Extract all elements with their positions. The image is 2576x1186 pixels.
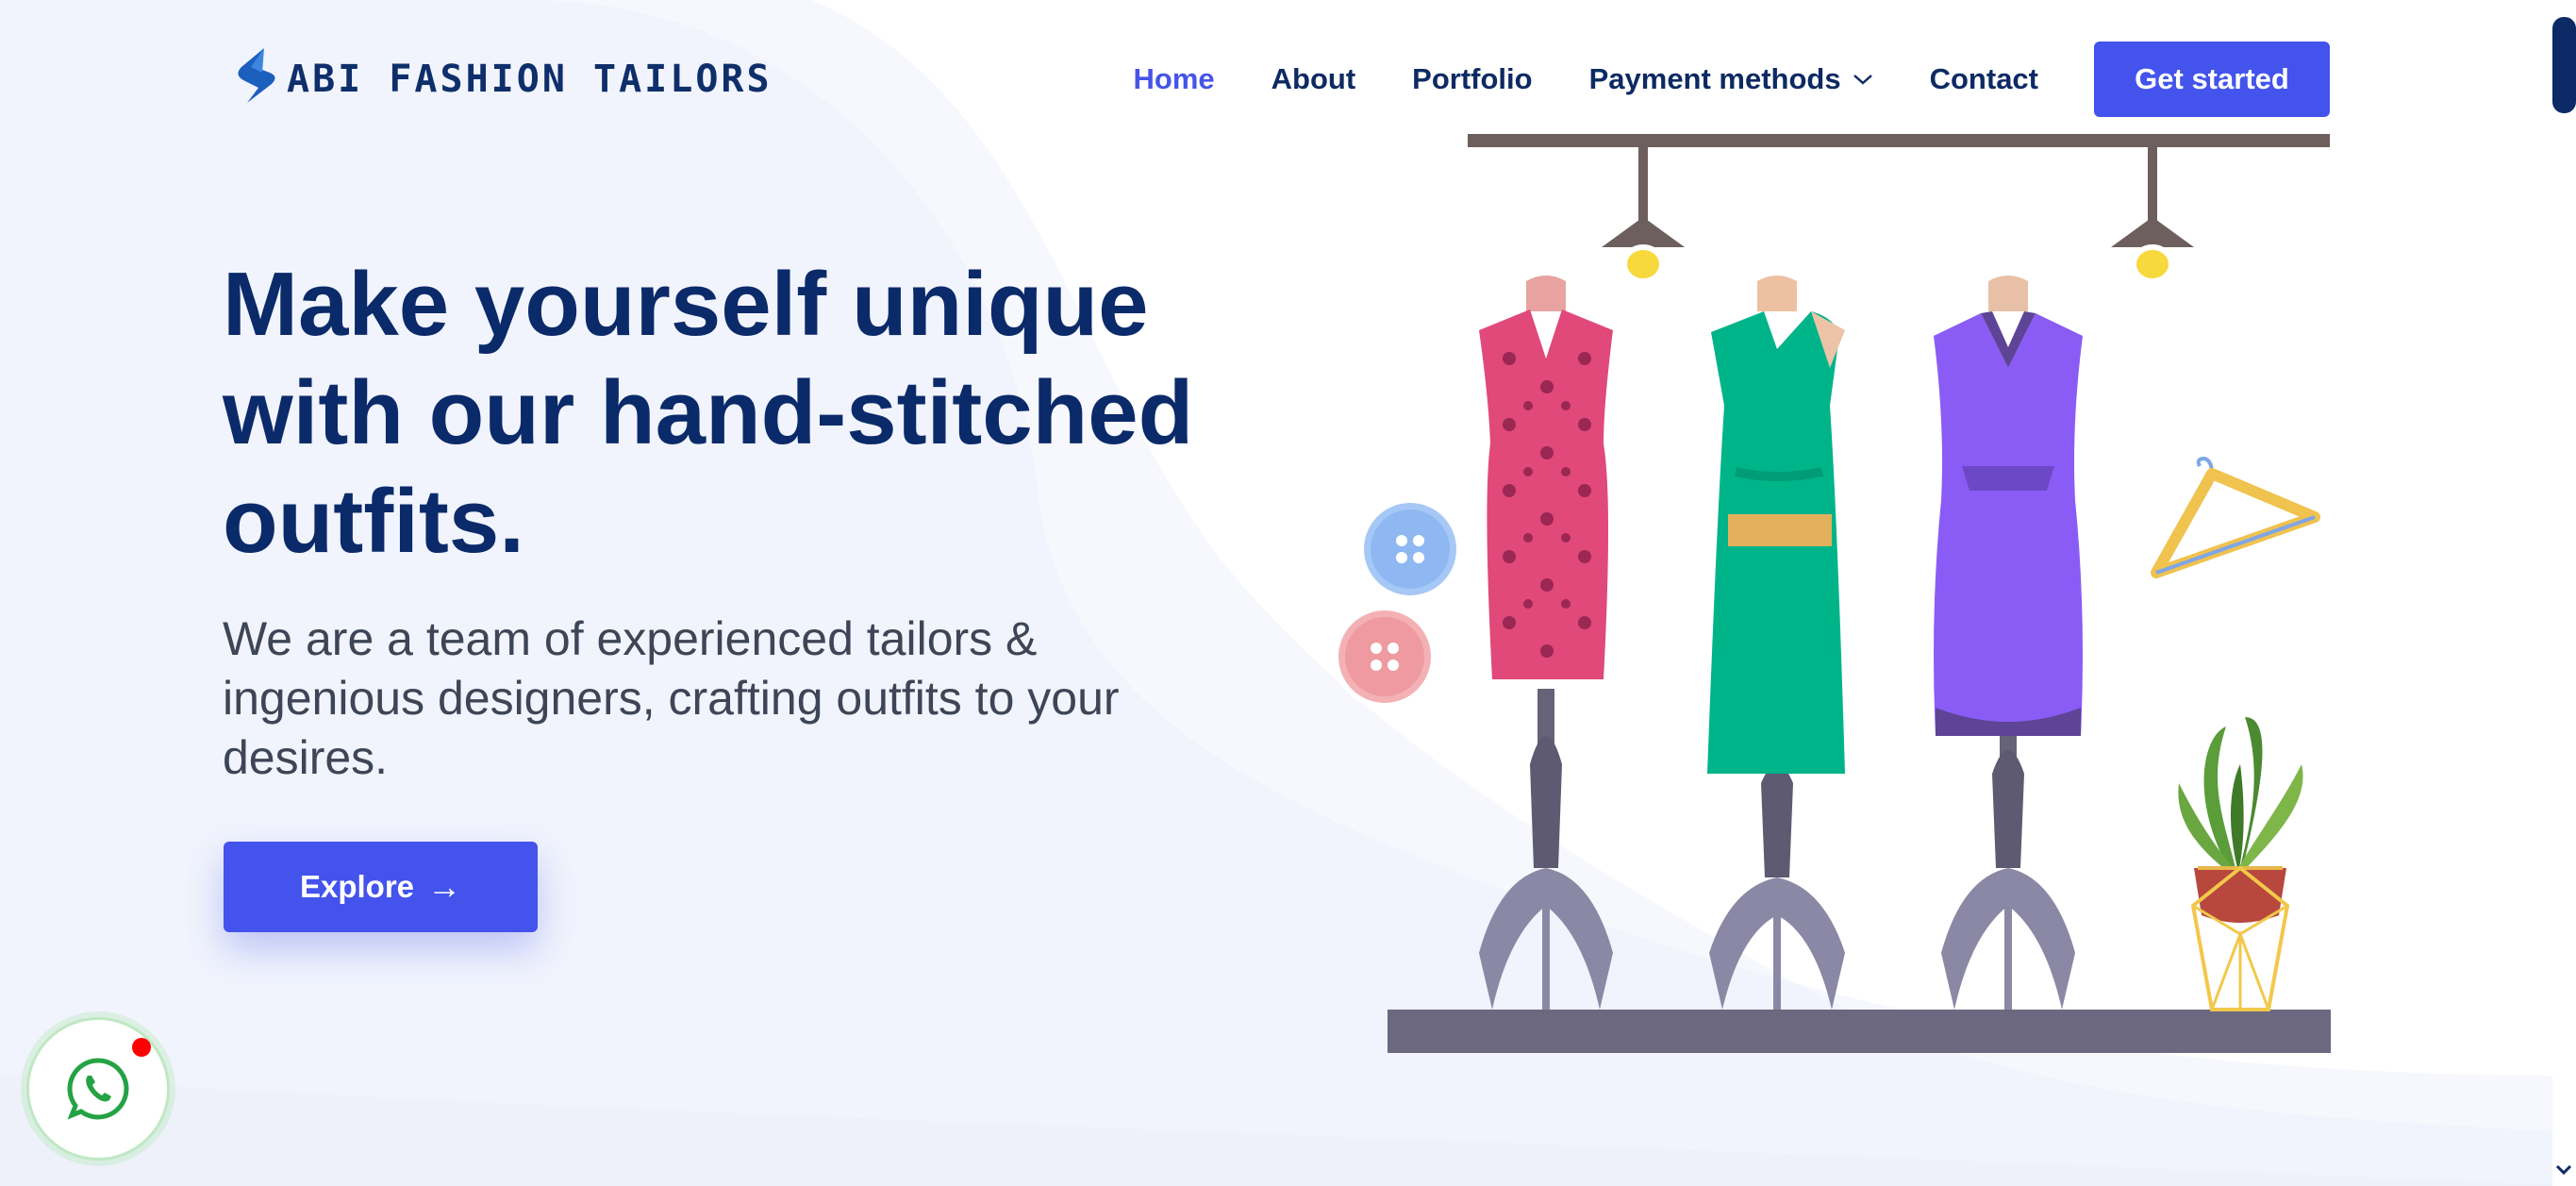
scrollbar-track[interactable] bbox=[2552, 0, 2576, 1186]
nav-about[interactable]: About bbox=[1271, 62, 1356, 96]
purple-dress-mannequin bbox=[1934, 276, 2083, 1010]
lamp-left bbox=[1602, 147, 1685, 284]
brand-name: ABI FASHION TAILORS bbox=[287, 58, 773, 101]
nav-payment-methods[interactable]: Payment methods bbox=[1589, 62, 1873, 96]
nav-contact[interactable]: Contact bbox=[1930, 62, 2038, 96]
site-header: ABI FASHION TAILORS Home About Portfolio… bbox=[0, 0, 2576, 160]
nav-home[interactable]: Home bbox=[1134, 62, 1215, 96]
whatsapp-icon bbox=[67, 1058, 129, 1120]
notification-dot bbox=[132, 1038, 151, 1057]
get-started-button[interactable]: Get started bbox=[2094, 42, 2330, 117]
lamp-right bbox=[2111, 147, 2194, 284]
arrow-right-icon: → bbox=[427, 867, 462, 906]
main-nav: Home About Portfolio Payment methods Con… bbox=[1077, 36, 2330, 123]
scrollbar-thumb[interactable] bbox=[2552, 17, 2576, 113]
pink-dress-mannequin bbox=[1479, 276, 1613, 1010]
clothes-hanger bbox=[2151, 456, 2320, 578]
explore-label: Explore bbox=[299, 869, 415, 904]
green-dress-mannequin bbox=[1707, 276, 1845, 1010]
hero-subtitle: We are a team of experienced tailors & i… bbox=[223, 612, 1120, 784]
hero-title: Make yourself unique with our hand-stitc… bbox=[223, 254, 1194, 572]
potted-plant bbox=[2178, 717, 2303, 1011]
whatsapp-button[interactable] bbox=[26, 1017, 170, 1161]
brand-logo[interactable]: ABI FASHION TAILORS bbox=[230, 45, 773, 113]
mannequins-illustration bbox=[1333, 134, 2331, 1053]
nav-payment-methods-label: Payment methods bbox=[1588, 62, 1841, 95]
explore-button[interactable]: Explore → bbox=[224, 842, 538, 932]
blue-sewing-button bbox=[1358, 497, 1462, 601]
nav-portfolio[interactable]: Portfolio bbox=[1412, 62, 1532, 96]
scroll-down-icon[interactable] bbox=[2553, 1159, 2574, 1179]
chevron-down-icon bbox=[1853, 75, 1872, 85]
s-logo-icon bbox=[238, 48, 275, 103]
pink-sewing-button bbox=[1333, 605, 1437, 709]
hero-section: Make yourself unique with our hand-stitc… bbox=[223, 250, 1260, 788]
